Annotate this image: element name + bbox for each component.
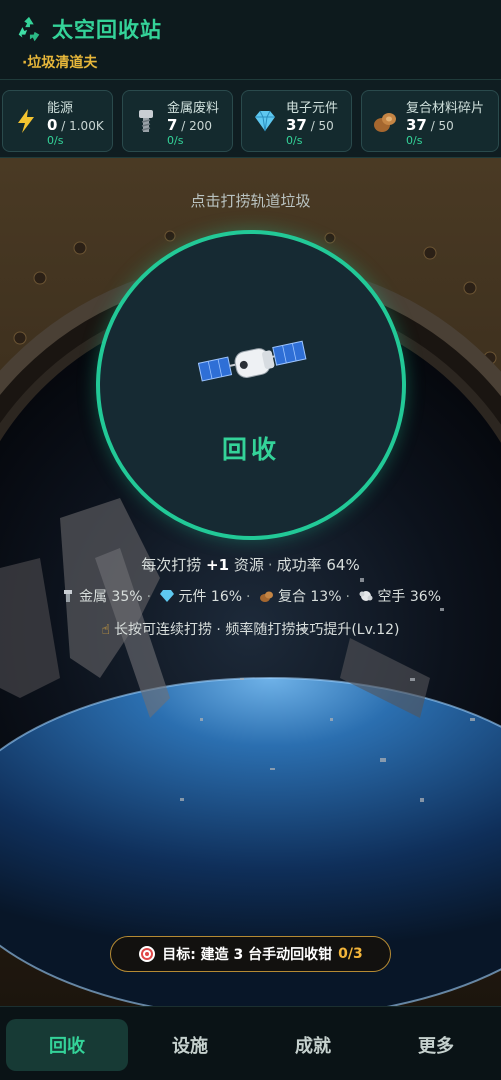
goal-text: 目标: 建造 3 台手动回收钳 bbox=[162, 947, 333, 963]
resource-rate: 0/s bbox=[47, 134, 64, 147]
title-row: 太空回收站 bbox=[14, 14, 162, 44]
resource-composite[interactable]: 复合材料碎片 37 / 50 0/s bbox=[361, 90, 499, 152]
resource-electronics[interactable]: 电子元件 37 / 50 0/s bbox=[241, 90, 352, 152]
goal-progress: 0/3 bbox=[338, 946, 363, 962]
target-icon bbox=[139, 946, 156, 962]
per-click-info: 每次打捞 +1 资源 · 成功率 64% bbox=[141, 556, 360, 574]
tab-achievements[interactable]: 成就 bbox=[252, 1019, 374, 1071]
pointing-hand-icon: ☝ bbox=[101, 622, 110, 638]
app-subtitle: ·垃圾清道夫 bbox=[22, 55, 98, 71]
resource-metal[interactable]: 金属废料 7 / 200 0/s bbox=[122, 90, 233, 152]
tab-recycle[interactable]: 回收 bbox=[6, 1019, 128, 1071]
bottom-nav: 回收 设施 成就 更多 bbox=[0, 1006, 501, 1080]
resource-bar: 能源 0 / 1.00K 0/s 金属废料 7 / 200 0/s 电子元件 3… bbox=[0, 80, 501, 158]
resource-name: 电子元件 bbox=[286, 101, 339, 116]
diamond-icon bbox=[160, 590, 175, 602]
satellite-icon bbox=[198, 340, 307, 382]
recycle-button-label: 回收 bbox=[221, 435, 280, 464]
resource-value: 37 / 50 bbox=[406, 116, 454, 134]
scavenge-prompt: 点击打捞轨道垃圾 bbox=[190, 192, 311, 210]
tab-more[interactable]: 更多 bbox=[375, 1019, 497, 1071]
space-scene: 点击打捞轨道垃圾 回收 每次打捞 +1 资源 · 成功率 64% 金属 35% · 元… bbox=[0, 158, 501, 1006]
lightning-icon bbox=[18, 109, 34, 133]
resource-name: 能源 bbox=[47, 101, 74, 116]
resource-value: 37 / 50 bbox=[286, 116, 334, 134]
resource-rate: 0/s bbox=[167, 134, 184, 147]
resource-value: 7 / 200 bbox=[167, 116, 213, 134]
resource-name: 复合材料碎片 bbox=[406, 101, 485, 116]
screw-icon bbox=[63, 590, 72, 602]
dust-icon bbox=[359, 591, 373, 601]
wood-icon bbox=[259, 591, 273, 602]
recycle-button[interactable]: 回收 bbox=[96, 230, 406, 540]
wood-icon bbox=[374, 113, 396, 132]
app-header: 太空回收站 ·垃圾清道夫 bbox=[0, 0, 501, 80]
long-press-hint: ☝ 长按可连续打捞 · 频率随打捞技巧提升(Lv.12) bbox=[101, 622, 400, 638]
diamond-icon bbox=[255, 110, 275, 132]
resource-value: 0 / 1.00K bbox=[47, 116, 104, 134]
recycle-icon bbox=[18, 16, 40, 42]
resource-rate: 0/s bbox=[286, 134, 303, 147]
resource-energy[interactable]: 能源 0 / 1.00K 0/s bbox=[2, 90, 113, 152]
drop-rates: 金属 35% · 元件 16% · 复合 13% · 空手 36% bbox=[0, 586, 501, 606]
screw-icon bbox=[139, 110, 153, 132]
tab-facilities[interactable]: 设施 bbox=[129, 1019, 251, 1071]
goal-banner[interactable]: 目标: 建造 3 台手动回收钳 0/3 bbox=[110, 936, 391, 972]
resource-rate: 0/s bbox=[406, 134, 423, 147]
resource-name: 金属废料 bbox=[167, 101, 220, 116]
app-title: 太空回收站 bbox=[52, 18, 162, 42]
